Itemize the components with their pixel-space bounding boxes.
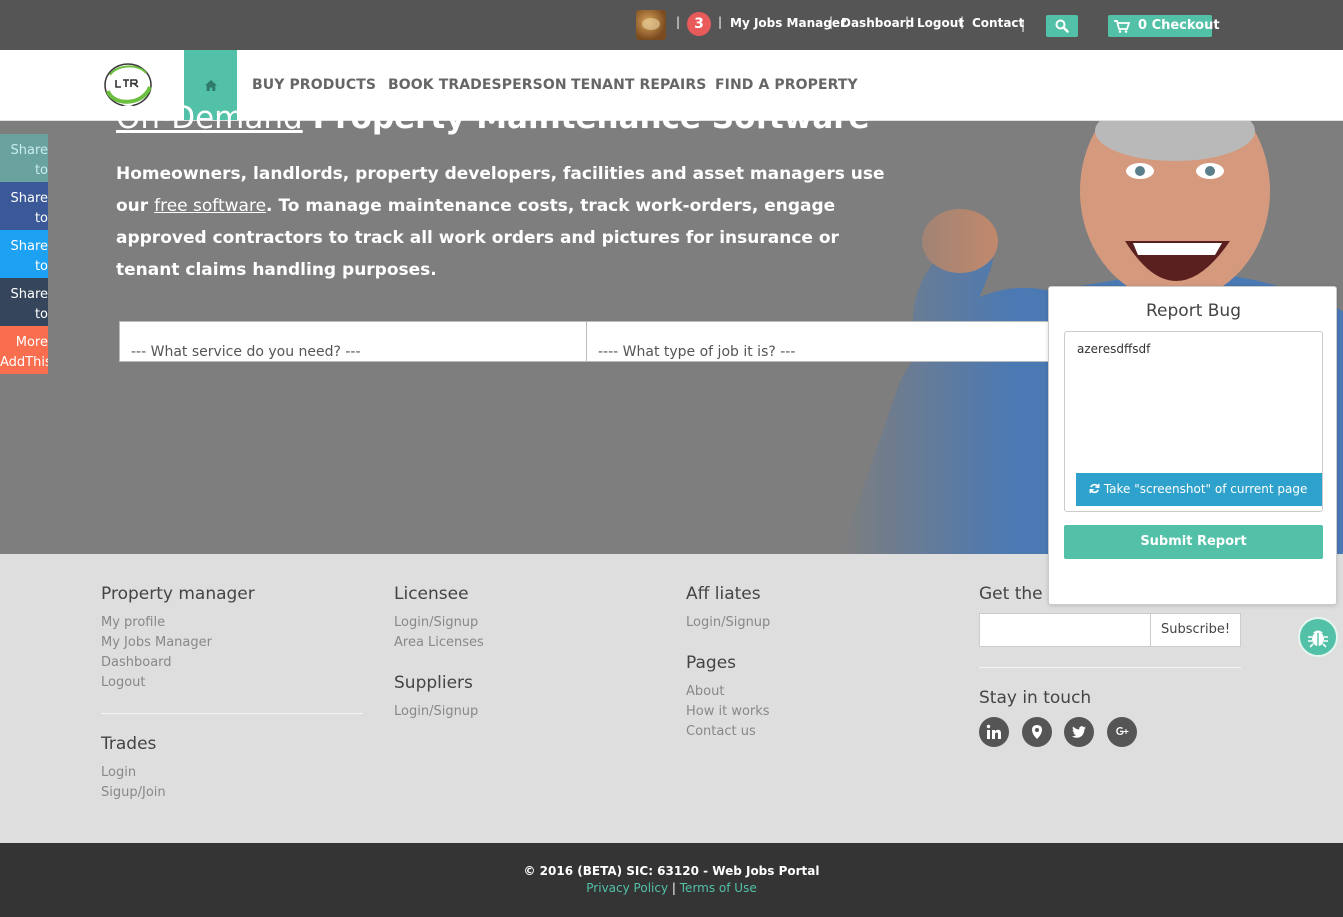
footer-link-my-jobs-manager[interactable]: My Jobs Manager — [101, 635, 212, 650]
footer-link-dashboard[interactable]: Dashboard — [101, 655, 172, 670]
nav-buy-products[interactable]: BUY PRODUCTS — [252, 77, 376, 93]
on-demand-link[interactable]: On-Demand — [116, 100, 303, 136]
linkedin-icon[interactable] — [979, 717, 1009, 747]
checkout-label: 0 Checkout — [1138, 18, 1220, 33]
privacy-policy-link[interactable]: Privacy Policy — [586, 881, 668, 895]
nav-find-a-property[interactable]: FIND A PROPERTY — [715, 77, 858, 93]
bug-icon — [1308, 630, 1328, 648]
share-tumblr-button[interactable]: Share to Tumblr — [0, 278, 48, 326]
footer-link-my-profile[interactable]: My profile — [101, 615, 165, 630]
hero-title: On-Demand Property Maintenance Software — [116, 100, 870, 136]
footer-link-how-it-works[interactable]: How it works — [686, 704, 770, 719]
newsletter-email-input[interactable] — [979, 613, 1152, 647]
separator: | — [718, 15, 723, 29]
report-bug-panel: Report Bug azeresdffsdf Take "screenshot… — [1048, 286, 1337, 605]
job-type-select[interactable]: ---- What type of job it is? --- — [586, 321, 1056, 362]
checkout-button[interactable]: 0 Checkout — [1108, 15, 1220, 37]
subscribe-button[interactable]: Subscribe! — [1150, 613, 1241, 647]
share-more-button[interactable]: More AddThis — [0, 326, 48, 374]
free-software-link[interactable]: free software — [154, 196, 266, 216]
google-plus-icon[interactable] — [1107, 717, 1137, 747]
share-facebook-button[interactable]: Share to Facebook — [0, 182, 48, 230]
refresh-icon — [1089, 483, 1100, 494]
footer-link-affiliates-login[interactable]: Login/Signup — [686, 615, 770, 630]
service-select[interactable]: --- What service do you need? --- — [119, 321, 587, 362]
share-twitter-button[interactable]: Share to Twitter — [0, 230, 48, 278]
separator: | — [905, 15, 910, 29]
footer-heading-licensee: Licensee — [394, 584, 469, 604]
twitter-icon[interactable] — [1064, 717, 1094, 747]
take-screenshot-label: Take "screenshot" of current page — [1103, 482, 1308, 496]
share-pinterest-button[interactable]: Share to Pinterest — [0, 134, 48, 182]
footer-heading-newsletter: Get the n — [979, 584, 1059, 604]
nav-book-tradesperson[interactable]: BOOK TRADESPERSON — [388, 77, 567, 93]
footer-link-trades-login[interactable]: Login — [101, 765, 136, 780]
logout-link[interactable]: Logout — [917, 16, 964, 30]
separator: | — [676, 15, 681, 29]
take-screenshot-button[interactable]: Take "screenshot" of current page — [1076, 473, 1322, 506]
footer-heading-pages: Pages — [686, 653, 737, 673]
separator: | — [829, 15, 834, 29]
cart-icon — [1114, 20, 1130, 33]
footer-link-trades-signup[interactable]: Sigup/Join — [101, 785, 166, 800]
footer-link-area-licenses[interactable]: Area Licenses — [394, 635, 484, 650]
hero-title-text: Property Maintenance Software — [312, 100, 870, 136]
dashboard-link[interactable]: Dashboard — [841, 16, 914, 30]
footer-heading-trades: Trades — [101, 734, 157, 754]
divider — [979, 667, 1241, 668]
separator: | — [960, 15, 965, 29]
footer-link-contact-us[interactable]: Contact us — [686, 724, 756, 739]
legal-links: Privacy Policy | Terms of Use — [0, 881, 1343, 895]
notification-badge[interactable]: 3 — [687, 12, 711, 36]
search-button[interactable] — [1046, 15, 1078, 37]
footer-link-suppliers-login[interactable]: Login/Signup — [394, 704, 478, 719]
footer-heading-stay-in-touch: Stay in touch — [979, 688, 1092, 708]
separator: | — [1021, 18, 1026, 32]
copyright-text: © 2016 (BETA) SIC: 63120 - Web Jobs Port… — [523, 864, 820, 878]
separator: | — [671, 881, 676, 895]
hero-description: Homeowners, landlords, property develope… — [116, 158, 896, 286]
footer-link-about[interactable]: About — [686, 684, 724, 699]
submit-report-button[interactable]: Submit Report — [1064, 525, 1323, 559]
nav-tenant-repairs[interactable]: TENANT REPAIRS — [571, 77, 706, 93]
user-avatar[interactable] — [636, 10, 666, 40]
terms-of-use-link[interactable]: Terms of Use — [680, 881, 757, 895]
contact-link[interactable]: Contact — [972, 16, 1024, 30]
footer-bottom — [0, 843, 1343, 917]
search-icon — [1055, 19, 1069, 33]
footer-link-licensee-login[interactable]: Login/Signup — [394, 615, 478, 630]
footer-heading-affiliates: Aff liates — [686, 584, 761, 604]
report-bug-title: Report Bug — [1146, 301, 1241, 321]
footer-heading-suppliers: Suppliers — [394, 673, 473, 693]
location-icon[interactable] — [1022, 717, 1052, 747]
footer-heading-property-manager: Property manager — [101, 584, 255, 604]
divider — [101, 713, 363, 714]
footer-link-logout[interactable]: Logout — [101, 675, 146, 690]
home-icon — [205, 80, 217, 91]
bug-report-toggle-button[interactable] — [1298, 617, 1338, 657]
